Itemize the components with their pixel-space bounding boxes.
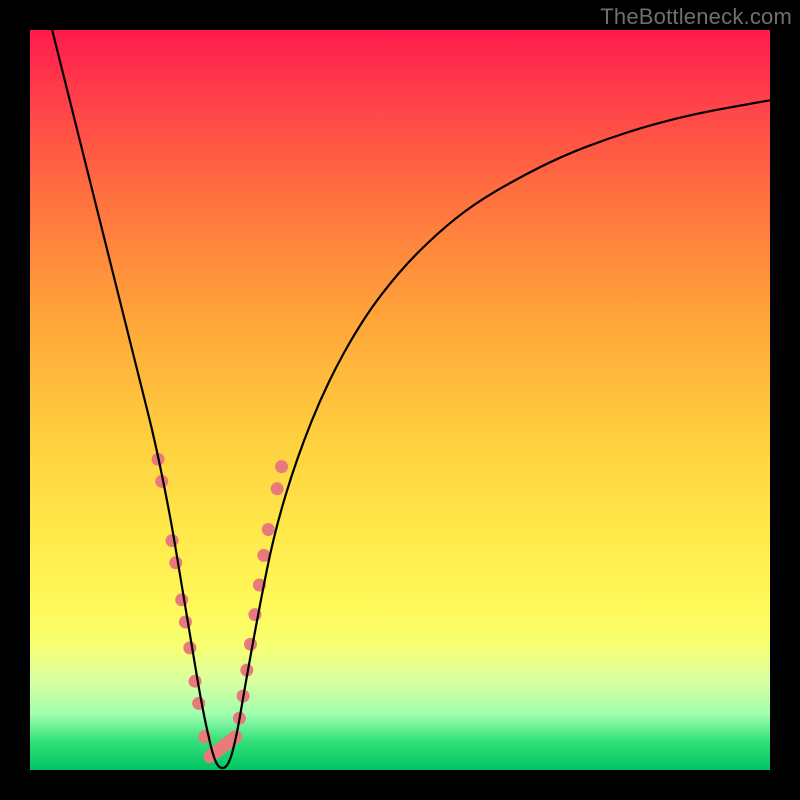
data-marker: [175, 593, 188, 606]
data-marker: [262, 523, 275, 536]
bottleneck-curve: [52, 30, 770, 768]
plot-area: [30, 30, 770, 770]
data-marker: [166, 534, 179, 547]
marker-layer: [152, 453, 289, 757]
data-marker: [169, 556, 182, 569]
data-marker: [183, 641, 196, 654]
data-marker: [244, 638, 257, 651]
chart-svg: [30, 30, 770, 770]
outer-frame: TheBottleneck.com: [0, 0, 800, 800]
data-marker: [275, 460, 288, 473]
data-marker: [271, 482, 284, 495]
watermark-text: TheBottleneck.com: [600, 4, 792, 30]
data-marker: [179, 616, 192, 629]
